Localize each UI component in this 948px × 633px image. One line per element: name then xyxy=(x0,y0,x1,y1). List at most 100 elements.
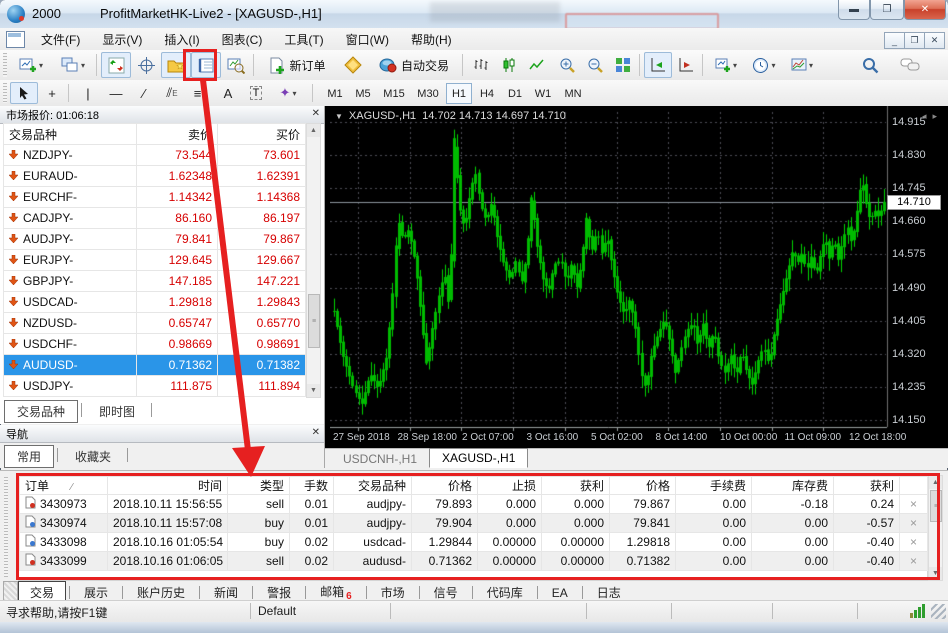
market-watch-row[interactable]: EURAUD- 1.62348 1.62391 xyxy=(3,165,306,187)
auto-scroll-button[interactable] xyxy=(644,52,672,78)
orders-column-止损[interactable]: 止损 xyxy=(477,476,542,495)
scrollbar-thumb[interactable]: ≡ xyxy=(308,294,320,348)
timeframe-M5[interactable]: M5 xyxy=(350,83,376,104)
terminal-gripper[interactable] xyxy=(4,477,8,577)
order-row[interactable]: 3430973 2018.10.11 15:56:55 sell 0.01 audjpy… xyxy=(19,494,928,514)
indicators-button[interactable]: ▾ xyxy=(707,52,745,78)
chart-system-menu-icon[interactable] xyxy=(6,31,25,48)
text-tool-button[interactable]: A xyxy=(214,82,242,104)
zoom-in-button[interactable] xyxy=(553,52,581,78)
orders-column-时间[interactable]: 时间 xyxy=(107,476,228,495)
cursor-tool-button[interactable] xyxy=(10,82,38,104)
chart-close-button[interactable]: ✕ xyxy=(924,32,945,49)
candlestick-mode-button[interactable] xyxy=(495,52,523,78)
scroll-down-icon[interactable]: ▼ xyxy=(307,384,320,397)
market-watch-row[interactable]: AUDUSD- 0.71362 0.71382 xyxy=(3,354,306,376)
data-window-button[interactable] xyxy=(131,52,161,78)
menu-item-插入(I)[interactable]: 插入(I) xyxy=(153,28,210,50)
bar-chart-mode-button[interactable] xyxy=(467,52,495,78)
new-order-button[interactable]: 新订单 xyxy=(258,52,336,78)
market-watch-row[interactable]: NZDJPY- 73.544 73.601 xyxy=(3,144,306,166)
orders-column-获利[interactable]: 获利 xyxy=(541,476,610,495)
auto-trading-button[interactable]: 自动交易 xyxy=(368,52,460,78)
order-close-icon[interactable]: × xyxy=(899,551,928,571)
orders-column-close[interactable] xyxy=(899,476,928,495)
order-close-icon[interactable]: × xyxy=(899,513,928,533)
menu-item-窗口(W)[interactable]: 窗口(W) xyxy=(335,28,400,50)
timeframe-H4[interactable]: H4 xyxy=(474,83,500,104)
chart-tab-XAGUSD-,H1[interactable]: XAGUSD-,H1 xyxy=(429,448,529,468)
orders-column-获利[interactable]: 获利 xyxy=(833,476,900,495)
scroll-up-icon[interactable]: ▲ xyxy=(307,124,320,137)
orders-column-库存费[interactable]: 库存费 xyxy=(751,476,834,495)
market-watch-row[interactable]: USDCAD- 1.29818 1.29843 xyxy=(3,291,306,313)
profiles-button[interactable]: ▾ xyxy=(52,52,94,78)
navigator-tab-常用[interactable]: 常用 xyxy=(4,445,55,468)
market-watch-row[interactable]: EURCHF- 1.14342 1.14368 xyxy=(3,186,306,208)
order-row[interactable]: 3430974 2018.10.11 15:57:08 buy 0.01 audjpy-… xyxy=(19,513,928,533)
market-watch-row[interactable]: CADJPY- 86.160 86.197 xyxy=(3,207,306,229)
orders-column-手数[interactable]: 手数 xyxy=(289,476,334,495)
metaeditor-button[interactable] xyxy=(338,52,368,78)
search-button[interactable] xyxy=(856,52,884,78)
market-watch-tab-即时图[interactable]: 即时图 xyxy=(86,400,148,423)
market-watch-row[interactable]: GBPJPY- 147.185 147.221 xyxy=(3,270,306,292)
orders-column-订单[interactable]: 订单 ∕ xyxy=(19,476,108,495)
market-watch-row[interactable]: USDJPY- 111.875 111.894 xyxy=(3,375,306,397)
column-bid[interactable]: 卖价 xyxy=(136,123,218,145)
chart-restore-button[interactable]: ❐ xyxy=(904,32,925,49)
orders-column-价格[interactable]: 价格 xyxy=(411,476,478,495)
order-row[interactable]: 3433098 2018.10.16 01:05:54 buy 0.02 usdcad-… xyxy=(19,532,928,552)
market-watch-toggle-button[interactable] xyxy=(101,52,131,78)
strategy-tester-button[interactable] xyxy=(221,52,251,78)
timeframe-D1[interactable]: D1 xyxy=(502,83,528,104)
title-bar[interactable]: 2000 ProfitMarketHK-Live2 - [XAGUSD-,H1]… xyxy=(0,0,948,30)
market-watch-row[interactable]: EURJPY- 129.645 129.667 xyxy=(3,249,306,271)
column-symbol[interactable]: 交易品种 xyxy=(3,123,137,145)
market-watch-header-row[interactable]: 交易品种 卖价 买价 xyxy=(3,123,306,145)
horizontal-line-tool-button[interactable]: — xyxy=(102,82,130,104)
terminal-scrollbar[interactable]: ▲ ≡ ▼ xyxy=(928,475,943,581)
timeframe-M30[interactable]: M30 xyxy=(412,83,444,104)
column-ask[interactable]: 买价 xyxy=(217,123,306,145)
market-watch-row[interactable]: AUDJPY- 79.841 79.867 xyxy=(3,228,306,250)
toolbar-gripper[interactable] xyxy=(3,83,7,103)
market-watch-row[interactable]: USDCHF- 0.98669 0.98691 xyxy=(3,333,306,355)
order-row[interactable]: 3433099 2018.10.16 01:06:05 sell 0.02 audusd… xyxy=(19,551,928,571)
market-watch-tab-交易品种[interactable]: 交易品种 xyxy=(4,400,79,423)
resize-grip[interactable] xyxy=(931,604,946,619)
market-watch-row[interactable]: NZDUSD- 0.65747 0.65770 xyxy=(3,312,306,334)
collapse-triangle-icon[interactable]: ▼ xyxy=(335,112,343,121)
orders-column-类型[interactable]: 类型 xyxy=(227,476,290,495)
order-close-icon[interactable]: × xyxy=(899,532,928,552)
text-label-tool-button[interactable]: T xyxy=(242,82,270,104)
minimize-button[interactable]: ▬ xyxy=(838,0,870,20)
crosshair-tool-button[interactable]: + xyxy=(38,82,66,104)
terminal-tab-EA[interactable]: EA xyxy=(541,584,579,602)
timeframe-H1[interactable]: H1 xyxy=(446,83,472,104)
status-profile[interactable]: Default xyxy=(258,604,296,618)
tile-windows-button[interactable] xyxy=(609,52,637,78)
chart-tab-USDCNH-,H1[interactable]: USDCNH-,H1 xyxy=(331,450,429,468)
timeframe-W1[interactable]: W1 xyxy=(530,83,556,104)
new-chart-button[interactable]: ▾ xyxy=(10,52,52,78)
templates-button[interactable]: ▾ xyxy=(783,52,821,78)
timeframe-M1[interactable]: M1 xyxy=(322,83,348,104)
terminal-tabs-gripper[interactable] xyxy=(3,581,18,602)
navigator-close-icon[interactable]: ✕ xyxy=(312,427,320,438)
menu-item-文件(F)[interactable]: 文件(F) xyxy=(30,28,91,50)
channel-tool-button[interactable]: ⫽ E xyxy=(158,82,186,104)
orders-column-手续费[interactable]: 手续费 xyxy=(675,476,752,495)
timeframe-MN[interactable]: MN xyxy=(558,83,588,104)
menu-item-帮助(H)[interactable]: 帮助(H) xyxy=(400,28,463,50)
trendline-tool-button[interactable]: ∕ xyxy=(130,82,158,104)
orders-column-价格[interactable]: 价格 xyxy=(609,476,676,495)
fibonacci-tool-button[interactable]: ≡ F xyxy=(186,82,214,104)
order-close-icon[interactable]: × xyxy=(899,494,928,514)
chart-minimize-button[interactable]: _ xyxy=(884,32,905,49)
terminal-toggle-button[interactable] xyxy=(191,52,221,78)
market-watch-close-icon[interactable]: ✕ xyxy=(312,108,320,119)
vertical-line-tool-button[interactable]: | xyxy=(74,82,102,104)
price-chart[interactable] xyxy=(330,106,948,448)
scroll-up-icon[interactable]: ▲ xyxy=(929,476,942,489)
